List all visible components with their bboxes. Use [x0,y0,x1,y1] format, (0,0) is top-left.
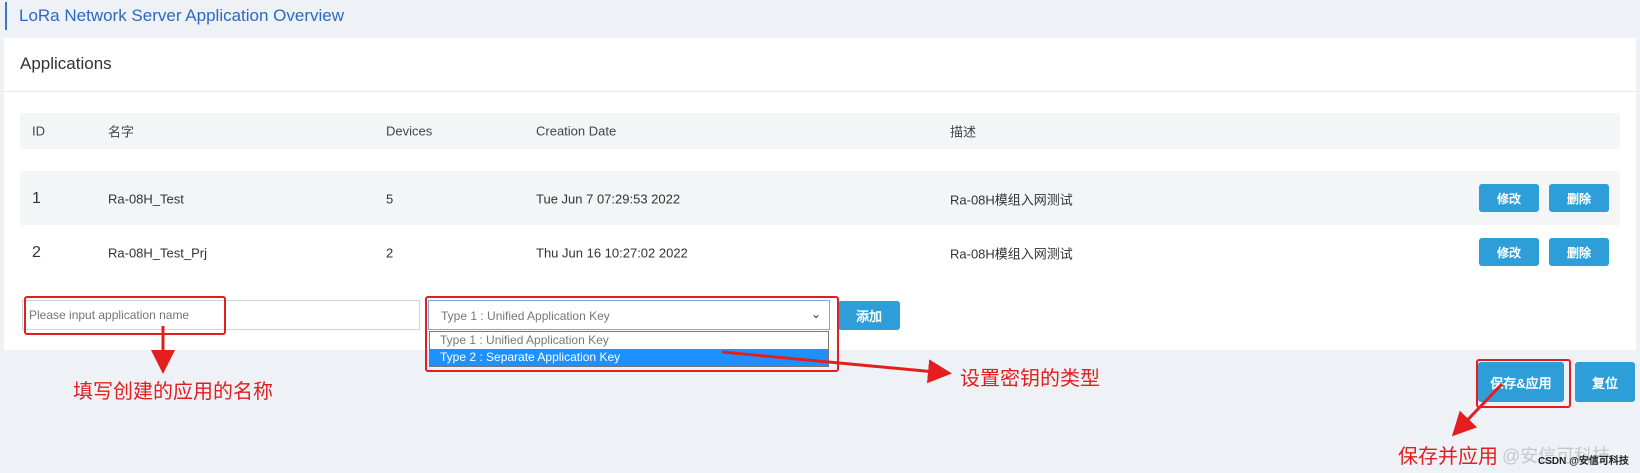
annotation-save-hint: 保存并应用 [1398,446,1498,468]
watermark-small: CSDN @安信可科技 [1538,456,1629,467]
annotation-type-hint: 设置密钥的类型 [960,368,1100,390]
annotation-name-hint: 填写创建的应用的名称 [73,381,273,403]
annotation-arrow-type [721,350,952,384]
annotation-arrow-save [1451,382,1504,437]
